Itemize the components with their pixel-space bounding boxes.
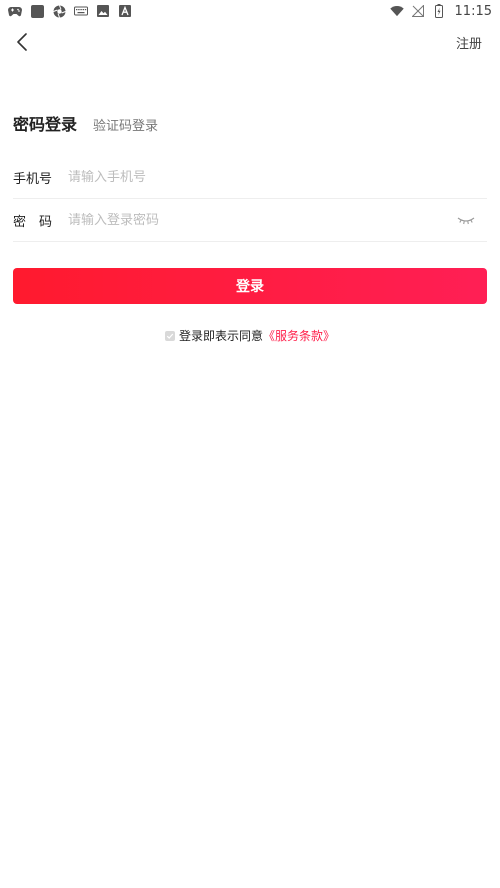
phone-input[interactable]: [68, 170, 487, 185]
login-mode-tabs: 密码登录 验证码登录: [13, 111, 158, 135]
tab-password-login[interactable]: 密码登录: [13, 111, 77, 135]
chevron-left-icon: [17, 33, 27, 51]
password-row: 密码: [13, 200, 487, 242]
status-bar-system: 11:15: [389, 3, 492, 19]
phone-label: 手机号: [13, 172, 53, 187]
status-bar: 11:15: [0, 0, 500, 22]
login-button[interactable]: 登录: [13, 268, 487, 304]
register-link[interactable]: 注册: [456, 33, 482, 52]
gamepad-icon: [8, 4, 22, 18]
status-bar-notifications: [8, 4, 132, 18]
battery-charging-icon: [432, 4, 446, 18]
phone-row: 手机号: [13, 157, 487, 199]
font-icon: [118, 4, 132, 18]
back-button[interactable]: [10, 30, 34, 54]
image-icon: [96, 4, 110, 18]
app-square-icon: [30, 4, 44, 18]
password-visibility-toggle[interactable]: [455, 214, 477, 228]
eye-closed-icon: [457, 217, 475, 224]
tab-sms-code-login[interactable]: 验证码登录: [93, 115, 158, 134]
login-page: 11:15 注册 密码登录 验证码登录 手机号 密码 登录: [0, 0, 500, 888]
terms-of-service-link[interactable]: 《服务条款》: [263, 327, 335, 344]
wifi-icon: [389, 4, 404, 18]
agreement-row: 登录即表示同意 《服务条款》: [0, 327, 500, 344]
status-time: 11:15: [454, 3, 492, 19]
password-input[interactable]: [68, 213, 455, 228]
password-label: 密码: [13, 215, 66, 230]
agreement-checkbox[interactable]: [164, 330, 175, 341]
agreement-text: 登录即表示同意: [178, 329, 263, 343]
aperture-icon: [52, 4, 66, 18]
no-signal-icon: [411, 4, 425, 18]
keyboard-icon: [74, 4, 88, 18]
check-icon: [166, 333, 174, 339]
